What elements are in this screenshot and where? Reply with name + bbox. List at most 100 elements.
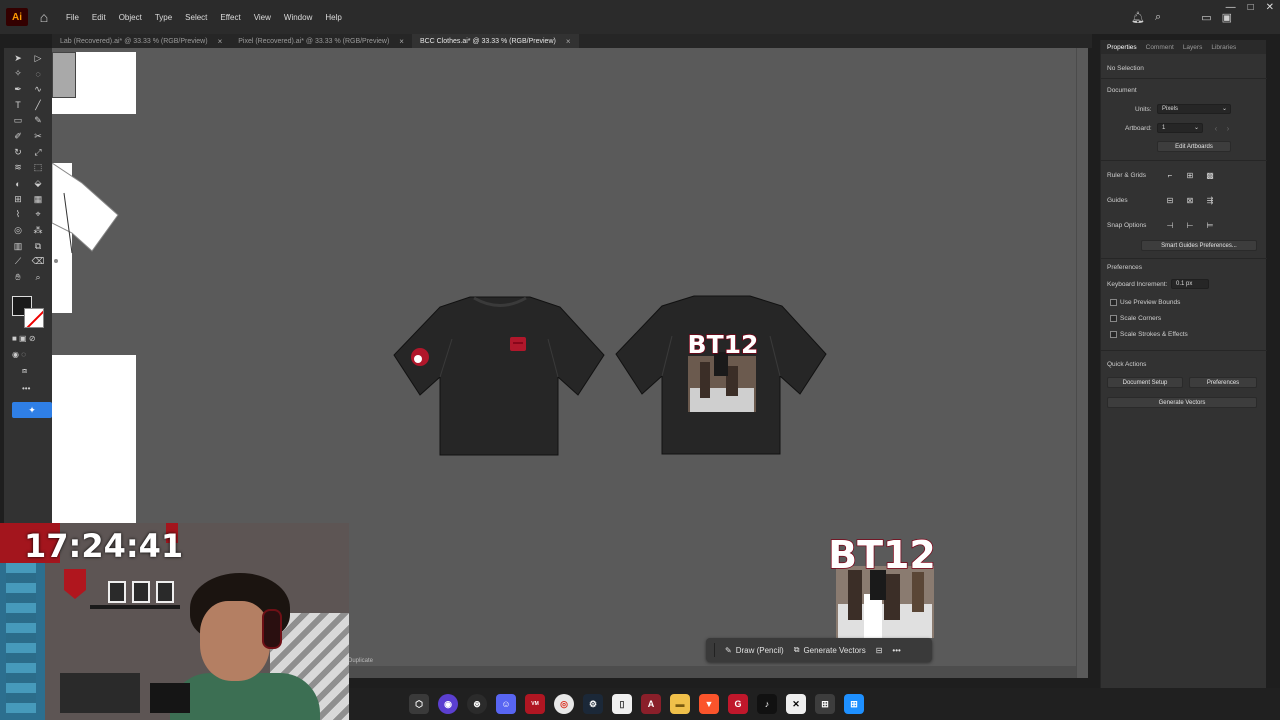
generate-vectors-button[interactable]: Generate Vectors — [1107, 397, 1257, 408]
menu-select[interactable]: Select — [185, 13, 207, 22]
shape-builder-tool-icon[interactable]: ◐ — [12, 178, 24, 190]
illustrator-icon[interactable]: A — [641, 694, 661, 714]
scale-strokes-checkbox[interactable] — [1110, 331, 1117, 338]
steam-icon[interactable]: ⚙ — [583, 694, 603, 714]
curvature-tool-icon[interactable]: ∿ — [32, 83, 44, 95]
scissors-tool-icon[interactable]: ✂ — [32, 130, 44, 142]
shaper-tool-icon[interactable]: ✐ — [12, 130, 24, 142]
stroke-swatch[interactable] — [24, 308, 44, 328]
menu-file[interactable]: File — [66, 13, 79, 22]
windows-icon[interactable]: ⊞ — [844, 694, 864, 714]
gradient-tool-icon[interactable]: ▦ — [32, 193, 44, 205]
pen-tool-icon[interactable]: ✒ — [12, 83, 24, 95]
obs-icon[interactable]: ◉ — [438, 694, 458, 714]
slice-tool-icon[interactable]: ⟋ — [12, 256, 24, 268]
selection-tool-icon[interactable]: ➤ — [12, 52, 24, 64]
color-mode-icon[interactable]: ■ ▣ ⊘ — [12, 334, 36, 343]
artboard-select[interactable]: 1 ⌄ — [1157, 123, 1203, 133]
generative-tool-icon[interactable]: ✦ — [12, 402, 52, 418]
ctx-options-icon[interactable]: ⊟ — [876, 646, 883, 655]
close-icon[interactable]: ✕ — [1266, 2, 1274, 13]
eraser-tool-icon[interactable]: ⌫ — [32, 256, 45, 268]
discord-icon[interactable]: ☺ — [496, 694, 516, 714]
vertical-scrollbar[interactable] — [1076, 48, 1088, 678]
folder-icon[interactable]: ▬ — [670, 694, 690, 714]
snap-to-grid-icon[interactable]: ⊢ — [1185, 220, 1195, 230]
units-select[interactable]: Pixels ⌄ — [1157, 104, 1231, 114]
lock-guides-icon[interactable]: ⊠ — [1185, 195, 1195, 205]
free-transform-tool-icon[interactable]: ⬚ — [32, 162, 44, 174]
paintbrush-tool-icon[interactable]: ✎ — [32, 115, 44, 127]
snap-to-point-icon[interactable]: ⊣ — [1165, 220, 1175, 230]
ctx-more-icon[interactable]: ••• — [892, 646, 900, 655]
unity-icon[interactable]: ⬡ — [409, 694, 429, 714]
horizontal-scrollbar[interactable] — [348, 666, 1088, 678]
preferences-button[interactable]: Preferences — [1189, 377, 1257, 388]
draw-pencil-button[interactable]: ✎ Draw (Pencil) — [725, 646, 784, 655]
lasso-tool-icon[interactable]: ◌ — [32, 68, 44, 80]
minimize-icon[interactable]: — — [1226, 2, 1236, 13]
tab-layers[interactable]: Layers — [1183, 44, 1203, 51]
draw-mode-icon[interactable]: ◉ ◌ — [12, 350, 26, 359]
menu-help[interactable]: Help — [325, 13, 341, 22]
graph-tool-icon[interactable]: ▥ — [12, 240, 24, 252]
scale-tool-icon[interactable]: ⤢ — [32, 146, 44, 158]
zoom-tool-icon[interactable]: ⌕ — [32, 272, 44, 284]
tiktok-icon[interactable]: ♪ — [757, 694, 777, 714]
screen-mode-icon[interactable]: ⧈ — [22, 366, 27, 376]
keyboard-increment-input[interactable]: 0.1 px — [1171, 279, 1209, 289]
store-icon[interactable]: ⊞ — [815, 694, 835, 714]
hand-tool-icon[interactable]: ✋︎ — [12, 272, 24, 284]
pixel-grid-icon[interactable]: ▩ — [1205, 170, 1215, 180]
maximize-icon[interactable]: □ — [1248, 2, 1254, 13]
tab-document-3[interactable]: BCC Clothes.ai* @ 33.33 % (RGB/Preview) … — [411, 34, 579, 48]
guilded-icon[interactable]: G — [728, 694, 748, 714]
measure-tool-icon[interactable]: ⌖ — [32, 209, 44, 221]
smart-guides-icon[interactable]: ⇶ — [1205, 195, 1215, 205]
edit-artboards-button[interactable]: Edit Artboards — [1157, 141, 1231, 152]
home-icon[interactable]: ⌂ — [34, 7, 54, 27]
tab-document-2[interactable]: Pixel (Recovered).ai* @ 33.33 % (RGB/Pre… — [230, 34, 412, 48]
github-icon[interactable]: ⊛ — [467, 694, 487, 714]
menu-type[interactable]: Type — [155, 13, 172, 22]
arrange-documents-icon[interactable]: ▭ — [1201, 11, 1211, 24]
previous-artboard-icon[interactable]: ‹ — [1211, 123, 1221, 133]
ruler-icon[interactable]: ⌐ — [1165, 170, 1175, 180]
show-guides-icon[interactable]: ⊟ — [1165, 195, 1175, 205]
capcut-icon[interactable]: ✕ — [786, 694, 806, 714]
tab-close-icon[interactable]: × — [566, 37, 571, 46]
direct-selection-tool-icon[interactable]: ▷ — [32, 52, 44, 64]
tab-close-icon[interactable]: × — [218, 37, 223, 46]
artboard-tool-icon[interactable]: ⧉ — [32, 240, 44, 252]
generate-vectors-ctx-button[interactable]: ⧉ Generate Vectors — [794, 645, 866, 655]
warp-tool-icon[interactable]: ≋ — [12, 162, 24, 174]
scale-corners-checkbox[interactable] — [1110, 315, 1117, 322]
rectangle-tool-icon[interactable]: ▭ — [12, 115, 24, 127]
brave-icon[interactable]: ▼ — [699, 694, 719, 714]
notification-icon[interactable]: 🔔︎ — [1131, 11, 1145, 24]
edit-toolbar-icon[interactable]: ••• — [22, 384, 30, 393]
magic-wand-tool-icon[interactable]: ✧ — [12, 68, 24, 80]
blend-tool-icon[interactable]: ◎ — [12, 225, 24, 237]
menu-edit[interactable]: Edit — [92, 13, 106, 22]
tab-close-icon[interactable]: × — [399, 37, 404, 46]
mesh-tool-icon[interactable]: ⊞ — [12, 193, 24, 205]
line-tool-icon[interactable]: ╱ — [32, 99, 44, 111]
eyedropper-tool-icon[interactable]: ⌇ — [12, 209, 24, 221]
live-paint-tool-icon[interactable]: ⬙ — [32, 178, 44, 190]
tab-libraries[interactable]: Libraries — [1211, 44, 1236, 51]
smart-guides-preferences-button[interactable]: Smart Guides Preferences... — [1141, 240, 1257, 251]
symbol-sprayer-tool-icon[interactable]: ⁂ — [32, 225, 44, 237]
use-preview-bounds-checkbox[interactable] — [1110, 299, 1117, 306]
rotate-tool-icon[interactable]: ↻ — [12, 146, 24, 158]
menu-effect[interactable]: Effect — [220, 13, 240, 22]
voicemeeter-icon[interactable]: VM — [525, 694, 545, 714]
next-artboard-icon[interactable]: › — [1223, 123, 1233, 133]
search-icon[interactable]: ⌕ — [1155, 11, 1161, 24]
tab-document-1[interactable]: Lab (Recovered).ai* @ 33.33 % (RGB/Previ… — [52, 34, 230, 48]
type-tool-icon[interactable]: T — [12, 99, 24, 111]
menu-object[interactable]: Object — [119, 13, 142, 22]
menu-window[interactable]: Window — [284, 13, 312, 22]
chrome-icon[interactable]: ◎ — [554, 694, 574, 714]
snap-to-pixel-icon[interactable]: ⊨ — [1205, 220, 1215, 230]
